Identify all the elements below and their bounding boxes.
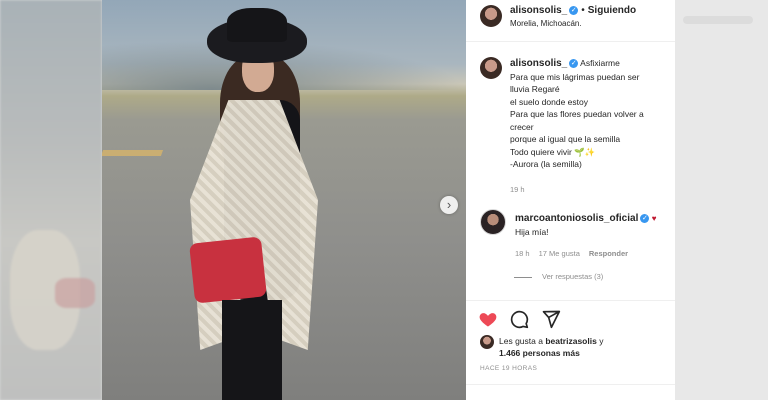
caption-first-line: alisonsolis_ ✓ Asfixiarme bbox=[510, 57, 675, 71]
post-side-panel: alisonsolis_ ✓ • Siguiendo Morelia, Michoac… bbox=[466, 0, 675, 400]
caption-line: Todo quiere vivir 🌱✨ bbox=[510, 146, 596, 157]
caption-author-avatar[interactable] bbox=[480, 57, 502, 79]
photo-legs bbox=[222, 300, 282, 400]
next-arrow-icon[interactable]: › bbox=[440, 196, 458, 214]
background-ghost bbox=[683, 16, 753, 24]
commenter-avatar[interactable] bbox=[480, 209, 506, 235]
caption-line: Para que las flores puedan volver a bbox=[510, 109, 644, 119]
caption-line: crecer bbox=[510, 121, 534, 132]
verified-badge-icon: ✓ bbox=[640, 214, 650, 224]
share-icon[interactable] bbox=[541, 309, 561, 329]
divider bbox=[466, 384, 675, 385]
comment-body: marcoantoniosolis_oficial ✓ ♥ Hija mía! bbox=[515, 212, 657, 238]
red-heart-icon: ♥ bbox=[651, 214, 657, 223]
caption-line: Asfixiarme bbox=[580, 58, 620, 68]
caption-author-username[interactable]: alisonsolis_ bbox=[510, 58, 567, 69]
view-replies-button[interactable]: Ver respuestas (3) bbox=[514, 272, 603, 281]
photo-clutch bbox=[189, 236, 267, 304]
comment-time: 18 h bbox=[515, 249, 530, 258]
header-author-line: alisonsolis_ ✓ • Siguiendo bbox=[510, 5, 636, 16]
separator-dot: • bbox=[581, 5, 585, 16]
first-liker[interactable]: beatrizasolis bbox=[545, 336, 597, 346]
background-blur-right bbox=[675, 0, 768, 400]
follow-status-button[interactable]: Siguiendo bbox=[588, 5, 636, 16]
likes-text: Les gusta a beatrizasolis y 1.466 person… bbox=[499, 335, 603, 359]
verified-badge-icon: ✓ bbox=[569, 59, 579, 69]
heart-icon[interactable] bbox=[478, 309, 498, 329]
photo-hat-crown bbox=[227, 8, 287, 42]
commenter-username[interactable]: marcoantoniosolis_oficial bbox=[515, 213, 638, 224]
reply-button[interactable]: Responder bbox=[589, 249, 628, 258]
author-avatar[interactable] bbox=[480, 5, 502, 27]
caption-line: lluvia Regaré bbox=[510, 84, 560, 94]
comment-likes[interactable]: 17 Me gusta bbox=[539, 249, 580, 258]
comment-icon[interactable] bbox=[509, 309, 529, 329]
post-header: alisonsolis_ ✓ • Siguiendo Morelia, Michoac… bbox=[466, 0, 675, 42]
liker-avatar[interactable] bbox=[480, 335, 494, 349]
comment-text: Hija mía! bbox=[515, 226, 549, 237]
action-bar bbox=[478, 309, 568, 329]
replies-dash bbox=[514, 276, 532, 278]
verified-badge-icon: ✓ bbox=[569, 5, 579, 15]
caption-line: el suelo donde estoy bbox=[510, 96, 588, 107]
caption-line: -Aurora (la semilla) bbox=[510, 159, 582, 169]
background-blur-left bbox=[0, 0, 102, 400]
likes-prefix: Les gusta a bbox=[499, 336, 543, 346]
caption-body: alisonsolis_ ✓ Asfixiarme Para que mis lá… bbox=[510, 57, 675, 171]
view-replies-label: Ver respuestas (3) bbox=[542, 272, 604, 281]
comment-meta: 18 h 17 Me gusta Responder bbox=[515, 249, 637, 258]
post-photo[interactable] bbox=[102, 0, 466, 400]
photo-runway-mark bbox=[102, 150, 164, 156]
caption-line: Para que mis lágrimas puedan ser bbox=[510, 71, 640, 82]
author-username[interactable]: alisonsolis_ bbox=[510, 5, 567, 16]
divider bbox=[466, 300, 675, 301]
post-location[interactable]: Morelia, Michoacán. bbox=[510, 19, 582, 28]
caption-timestamp: 19 h bbox=[510, 185, 525, 194]
likes-others[interactable]: 1.466 personas más bbox=[499, 348, 580, 358]
background-blob bbox=[55, 278, 95, 308]
likes-conj: y bbox=[599, 336, 604, 346]
caption-line: porque al igual que la semilla bbox=[510, 134, 621, 144]
post-time-ago: HACE 19 HORAS bbox=[480, 365, 538, 372]
